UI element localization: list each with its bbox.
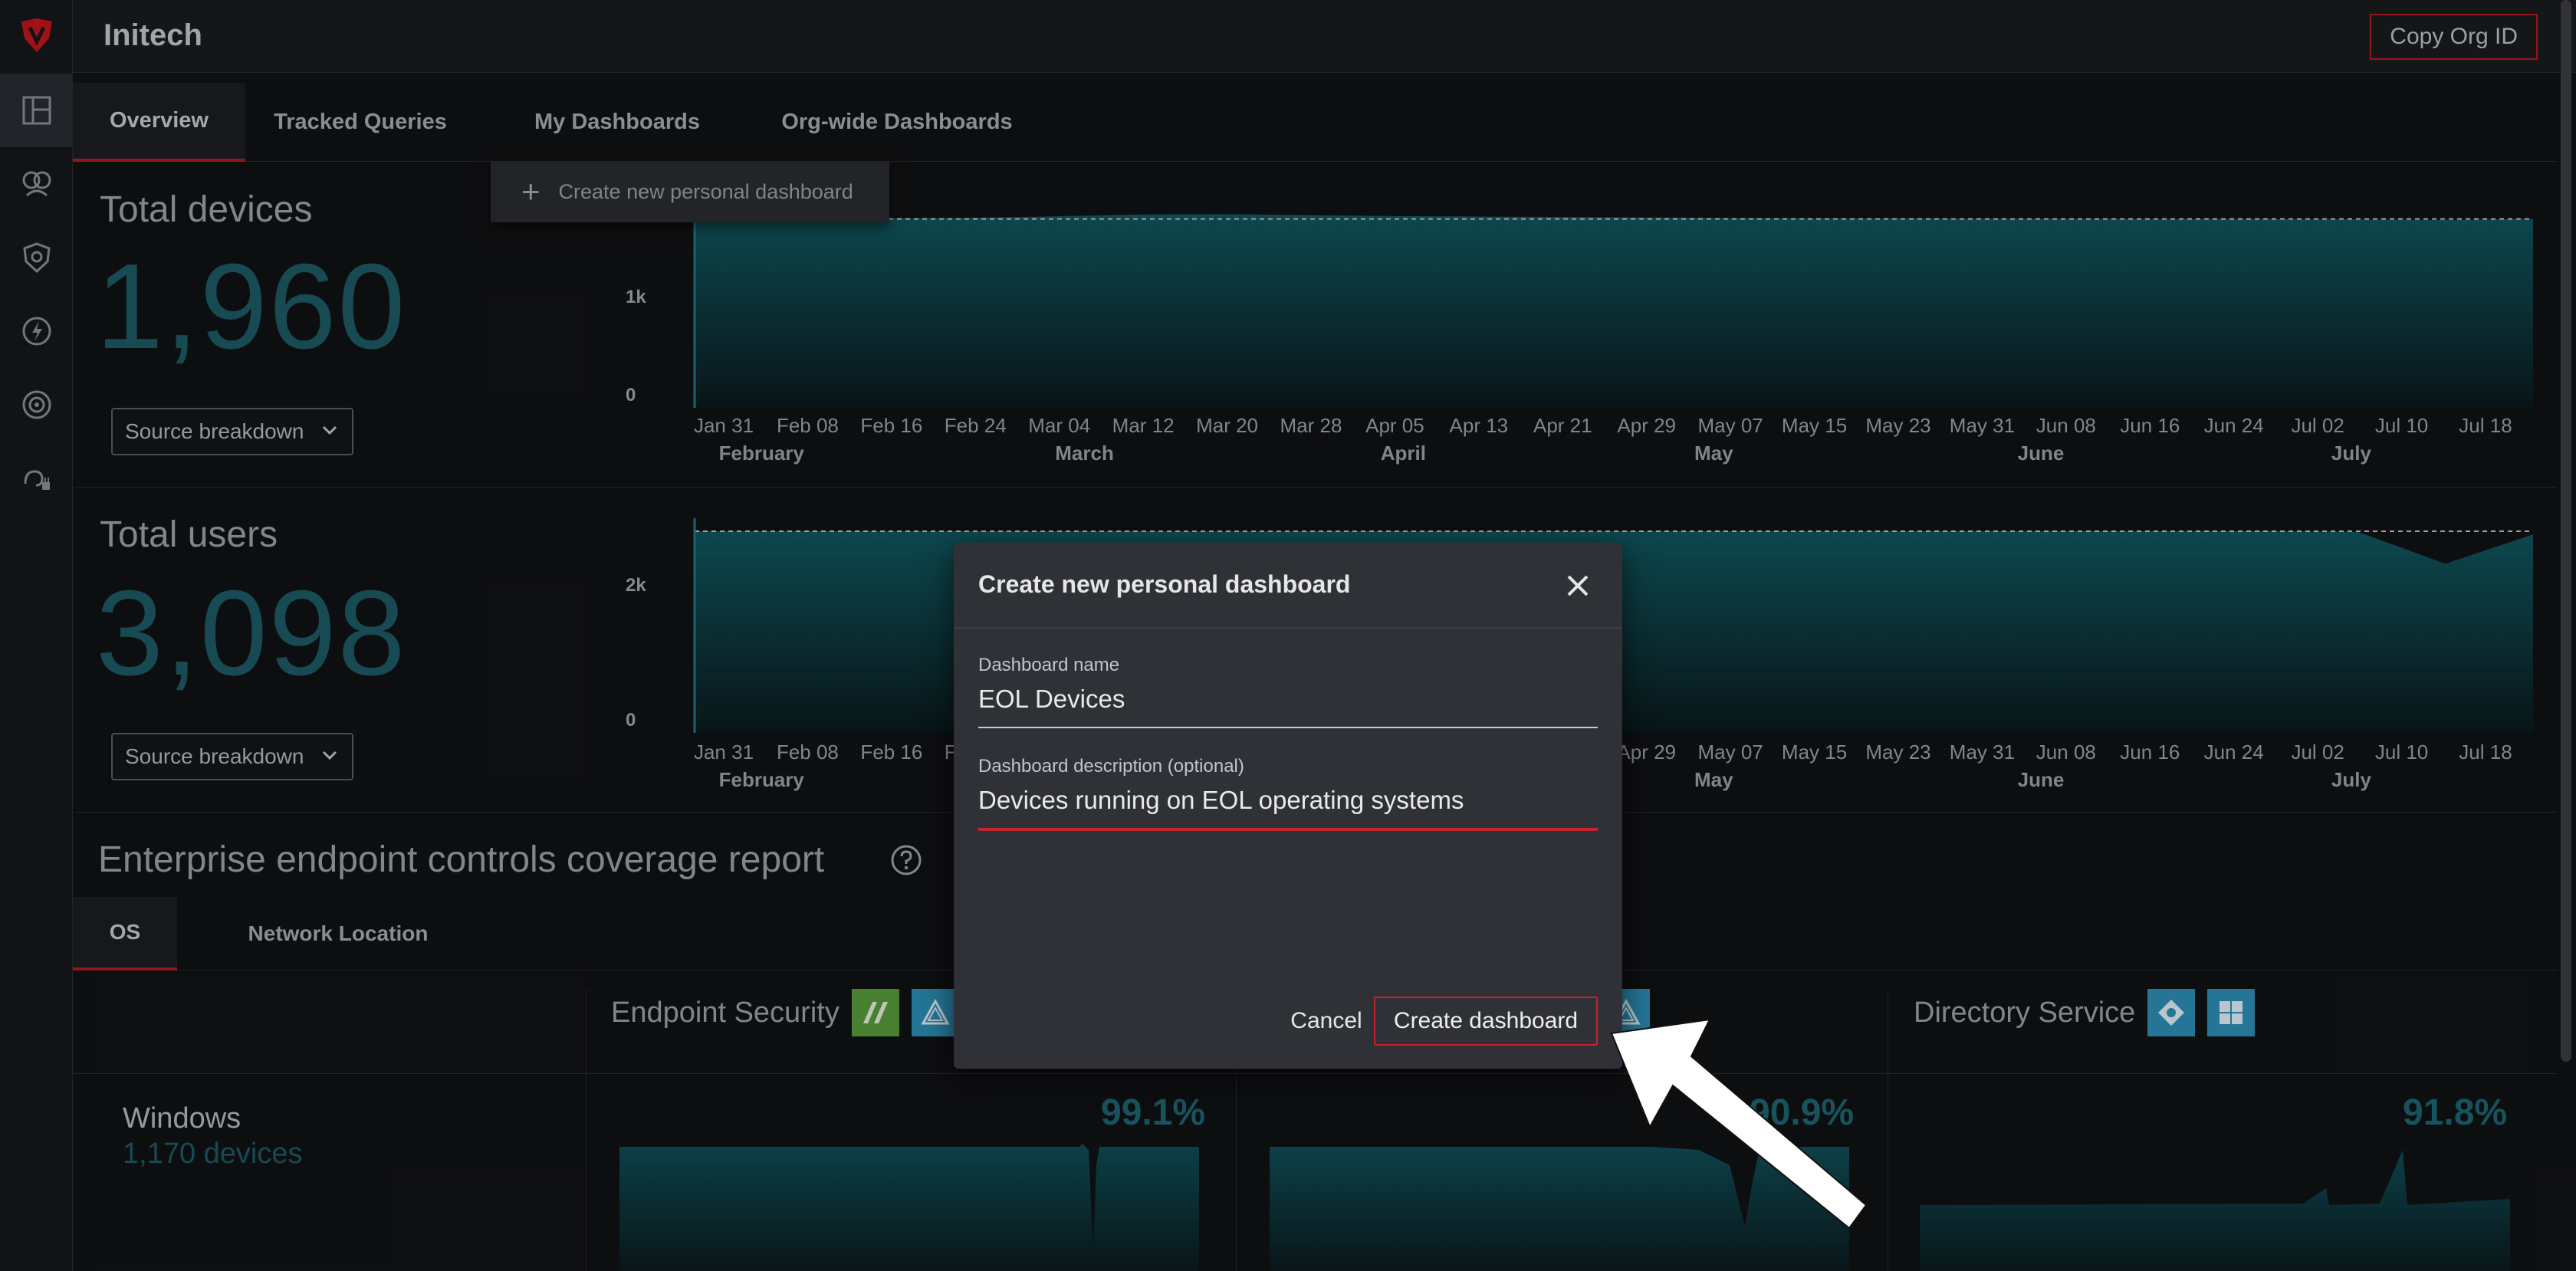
pointer-arrow-icon	[1610, 1018, 1868, 1230]
input-underline	[978, 727, 1598, 728]
cancel-button[interactable]: Cancel	[1260, 997, 1392, 1046]
input-underline-focused	[978, 828, 1598, 831]
close-icon[interactable]	[1562, 570, 1593, 601]
dashboard-description-input[interactable]	[978, 779, 1598, 822]
dashboard-name-input[interactable]	[978, 678, 1598, 721]
create-dashboard-modal: Create new personal dashboard Dashboard …	[954, 543, 1622, 1069]
dashboard-name-label: Dashboard name	[978, 655, 1120, 675]
modal-title: Create new personal dashboard	[978, 570, 1351, 598]
dashboard-description-label: Dashboard description (optional)	[978, 756, 1244, 777]
modal-header: Create new personal dashboard	[954, 543, 1622, 629]
create-dashboard-button[interactable]: Create dashboard	[1374, 997, 1598, 1046]
